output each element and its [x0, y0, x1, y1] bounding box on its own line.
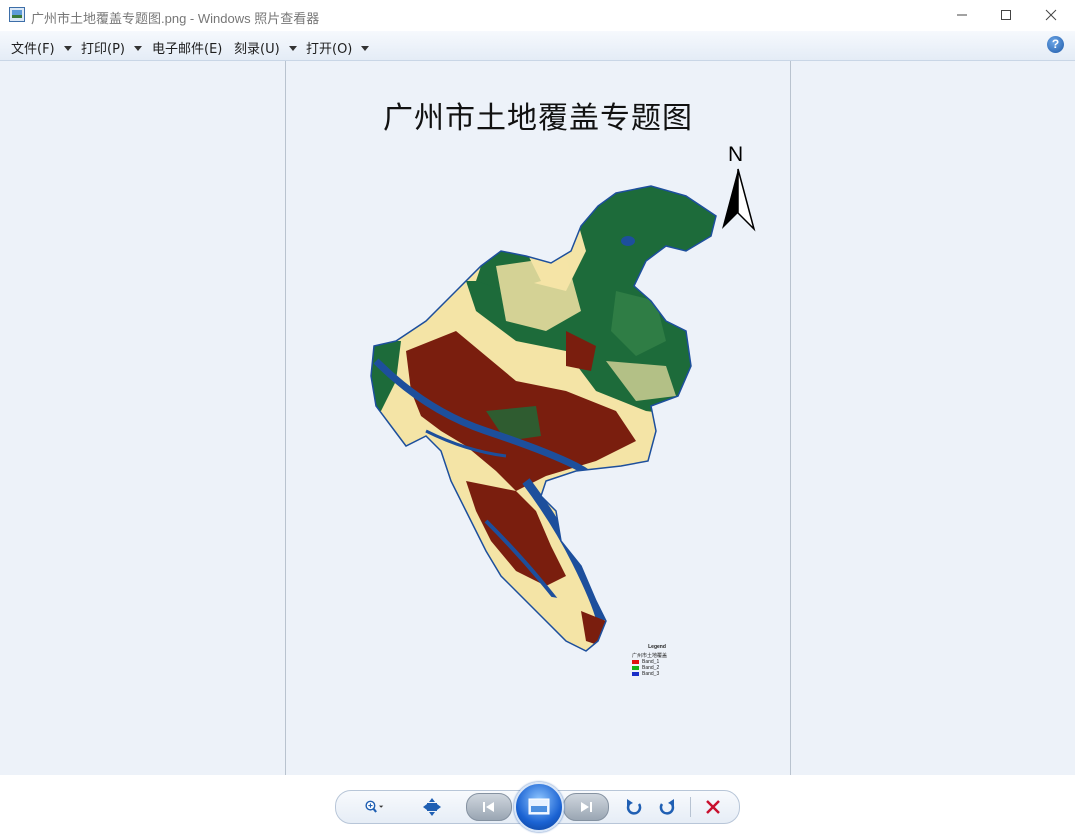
- delete-icon[interactable]: [703, 797, 723, 817]
- next-button[interactable]: [563, 793, 609, 821]
- chevron-down-icon: [288, 46, 297, 51]
- close-icon: [1045, 9, 1056, 21]
- image-viewport[interactable]: 广州市土地覆盖专题图 N Legend 广州市土地覆盖 Band_1 Band_…: [0, 61, 1075, 775]
- next-icon: [581, 802, 592, 812]
- map-title: 广州市土地覆盖专题图: [383, 101, 693, 136]
- legend-entry: Band_3: [632, 671, 682, 677]
- zoom-icon[interactable]: [364, 797, 384, 817]
- chevron-down-icon: [133, 46, 142, 51]
- menu-burn[interactable]: 刻录(U): [234, 38, 297, 57]
- menu-print[interactable]: 打印(P): [81, 38, 142, 57]
- rotate-left-icon[interactable]: [624, 797, 644, 817]
- help-icon[interactable]: ?: [1047, 36, 1064, 53]
- menu-open-label: 打开(O): [306, 42, 353, 57]
- slideshow-icon: [528, 798, 550, 815]
- legend-title: Legend: [648, 644, 666, 650]
- minimize-icon: [956, 14, 967, 16]
- land-cover-map: [370, 185, 717, 652]
- close-button[interactable]: [1028, 0, 1073, 30]
- menu-bar: 文件(F) 打印(P) 电子邮件(E) 刻录(U) 打开(O): [0, 31, 1075, 61]
- legend-swatch: [632, 672, 639, 676]
- menu-burn-label: 刻录(U): [234, 42, 280, 57]
- actual-size-icon[interactable]: [422, 797, 442, 817]
- title-bar: 广州市土地覆盖专题图.png - Windows 照片查看器: [0, 0, 1075, 32]
- minimize-button[interactable]: [939, 0, 984, 30]
- map-legend: Legend 广州市土地覆盖 Band_1 Band_2 Band_3: [632, 644, 682, 694]
- menu-email-label: 电子邮件(E): [152, 42, 223, 57]
- previous-icon: [483, 802, 494, 812]
- menu-file[interactable]: 文件(F): [11, 38, 72, 57]
- legend-label: Band_3: [642, 671, 660, 677]
- photo-viewer-app-icon: [9, 7, 25, 22]
- bottom-toolbar: [0, 775, 1075, 833]
- legend-swatch: [632, 660, 639, 664]
- menu-print-label: 打印(P): [81, 42, 125, 57]
- chevron-down-icon: [361, 46, 370, 51]
- menu-file-label: 文件(F): [11, 42, 55, 57]
- displayed-image: 广州市土地覆盖专题图 N Legend 广州市土地覆盖 Band_1 Band_…: [285, 61, 791, 775]
- rotate-right-icon[interactable]: [657, 797, 677, 817]
- toolbar-divider: [690, 797, 691, 817]
- chevron-down-icon: [63, 46, 72, 51]
- maximize-icon: [1000, 10, 1011, 20]
- menu-email[interactable]: 电子邮件(E): [152, 38, 222, 57]
- legend-swatch: [632, 666, 639, 670]
- maximize-button[interactable]: [983, 0, 1028, 30]
- slideshow-button[interactable]: [514, 782, 564, 832]
- menu-open[interactable]: 打开(O): [306, 38, 370, 57]
- previous-button[interactable]: [466, 793, 512, 821]
- window-title: 广州市土地覆盖专题图.png - Windows 照片查看器: [31, 11, 320, 26]
